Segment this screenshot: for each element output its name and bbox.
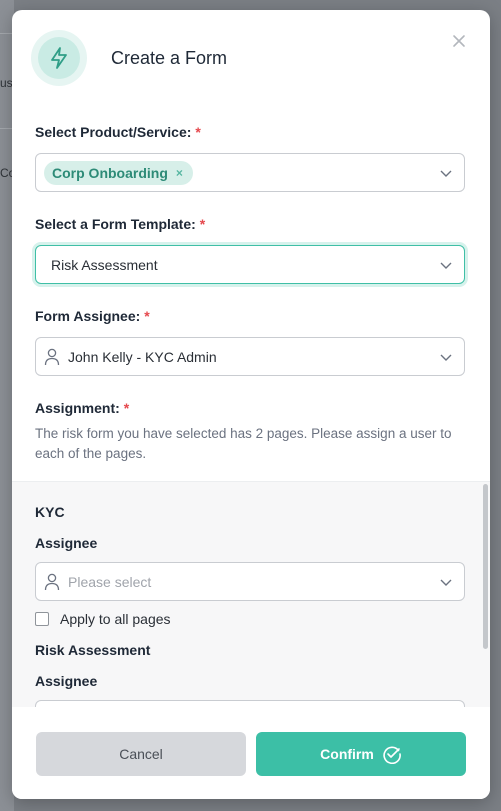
apply-all-row[interactable]: Apply to all pages — [35, 611, 171, 627]
cancel-button[interactable]: Cancel — [36, 732, 246, 776]
required-mark: * — [144, 308, 150, 324]
confirm-label: Confirm — [320, 746, 374, 762]
person-icon — [44, 348, 60, 365]
required-mark: * — [195, 124, 201, 140]
product-tag: Corp Onboarding × — [44, 160, 193, 185]
scrollbar[interactable] — [483, 484, 488, 649]
page-assignee-label: Assignee — [35, 673, 98, 689]
background-text: us — [0, 76, 13, 90]
page-assignee-label: Assignee — [35, 535, 98, 551]
assignee-select[interactable]: John Kelly - KYC Admin — [35, 337, 465, 376]
chevron-down-icon — [440, 262, 452, 269]
template-value: Risk Assessment — [51, 256, 158, 273]
close-icon[interactable] — [450, 32, 468, 50]
confirm-button[interactable]: Confirm — [256, 732, 466, 776]
product-label: Select Product/Service: * — [35, 124, 201, 140]
person-icon — [44, 573, 60, 590]
check-circle-icon — [383, 746, 401, 764]
required-mark: * — [199, 216, 206, 232]
product-select[interactable]: Corp Onboarding × — [35, 153, 465, 192]
page-title-kyc: KYC — [35, 504, 65, 520]
template-select[interactable]: Risk Assessment — [35, 245, 465, 284]
assignment-label: Assignment: * — [35, 400, 130, 416]
assignee-label: Form Assignee: * — [35, 308, 150, 324]
kyc-assignee-placeholder: Please select — [68, 573, 152, 590]
template-label: Select a Form Template: * — [35, 216, 206, 232]
cancel-label: Cancel — [119, 746, 163, 762]
tag-remove-icon[interactable]: × — [176, 166, 183, 180]
chevron-down-icon — [440, 354, 452, 361]
assignee-value: John Kelly - KYC Admin — [68, 348, 217, 365]
create-form-modal: Create a Form Select Product/Service: * C… — [12, 10, 490, 799]
chevron-down-icon — [440, 579, 452, 586]
required-mark: * — [123, 400, 130, 416]
apply-all-checkbox[interactable] — [35, 612, 49, 626]
header-icon-badge — [31, 30, 87, 86]
modal-title: Create a Form — [111, 48, 228, 68]
modal-footer: Cancel Confirm — [12, 707, 490, 799]
lightning-icon — [51, 47, 67, 69]
product-tag-label: Corp Onboarding — [52, 164, 168, 181]
assignment-description: The risk form you have selected has 2 pa… — [35, 426, 452, 461]
chevron-down-icon — [440, 170, 452, 177]
page-title-risk-assessment: Risk Assessment — [35, 642, 151, 658]
page-assignment-list[interactable]: KYC Assignee Please select Apply to all … — [12, 481, 490, 708]
kyc-assignee-select[interactable]: Please select — [35, 562, 465, 601]
apply-all-label: Apply to all pages — [60, 611, 171, 627]
